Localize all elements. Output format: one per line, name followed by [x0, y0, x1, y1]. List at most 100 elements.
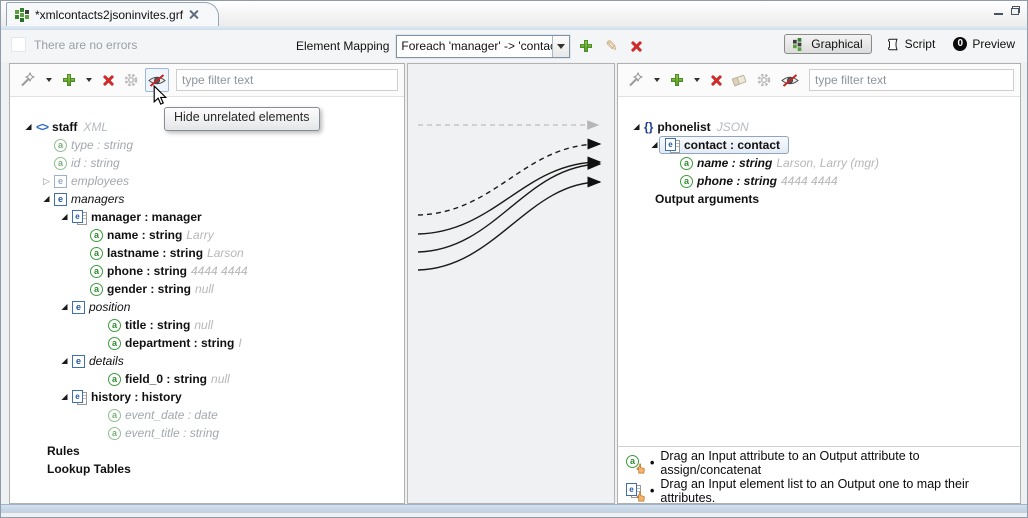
remove-node-button[interactable] [708, 68, 725, 92]
element-icon [72, 301, 85, 314]
auto-map-menu-arrow[interactable] [41, 68, 57, 92]
tab-title: *xmlcontacts2jsoninvites.grf [35, 8, 183, 22]
tree-item-department[interactable]: department : stringI [10, 334, 404, 352]
tab-bar: *xmlcontacts2jsoninvites.grf [1, 1, 1027, 27]
tree-item-phone[interactable]: phone : string4444 4444 [10, 262, 404, 280]
tree-item-employees[interactable]: employees [10, 172, 404, 190]
attribute-icon [90, 265, 103, 278]
script-icon [886, 37, 900, 52]
element-list-drag-icon [626, 483, 644, 500]
wand-icon [627, 72, 643, 88]
attribute-icon [108, 319, 121, 332]
add-node-menu-arrow[interactable] [81, 68, 97, 92]
delete-icon [711, 75, 722, 86]
attribute-icon [54, 157, 67, 170]
expander-icon[interactable] [58, 393, 71, 401]
tree-item-position[interactable]: position [10, 298, 404, 316]
graphical-view-button[interactable]: Graphical [784, 34, 871, 54]
settings-button[interactable] [753, 68, 775, 92]
plus-icon [580, 40, 592, 52]
hide-unrelated-button[interactable] [778, 68, 802, 92]
output-panel-toolbar [618, 64, 1020, 97]
tree-item-rules[interactable]: Rules [10, 442, 404, 460]
delete-mapping-button[interactable] [628, 34, 645, 58]
mapping-canvas[interactable] [407, 63, 615, 504]
input-filter-field[interactable] [176, 69, 398, 91]
add-mapping-button[interactable] [577, 34, 595, 58]
output-filter-field[interactable] [809, 69, 1014, 91]
tree-item-details[interactable]: details [10, 352, 404, 370]
expander-icon[interactable] [58, 303, 71, 311]
status-text: There are no errors [34, 38, 137, 52]
tree-item-gender[interactable]: gender : stringnull [10, 280, 404, 298]
tree-item-output-arguments[interactable]: Output arguments [618, 190, 1020, 208]
dropdown-arrow-icon[interactable] [552, 36, 569, 57]
settings-button[interactable] [120, 68, 142, 92]
input-panel-toolbar [10, 64, 404, 97]
tree-item-name[interactable]: name : stringLarry [10, 226, 404, 244]
view-controls [994, 5, 1020, 15]
editor-toolbar: There are no errors Element Mapping Fore… [1, 30, 1027, 62]
tree-item-id[interactable]: id : string [10, 154, 404, 172]
attribute-icon [108, 337, 121, 350]
mapping-editor-window: *xmlcontacts2jsoninvites.grf There are n… [0, 0, 1028, 518]
eraser-icon [731, 72, 747, 88]
tree-item-event-title[interactable]: event_title : string [10, 424, 404, 442]
mapping-arrow-manager-contact[interactable] [418, 144, 600, 215]
tree-item-out-name[interactable]: name : stringLarson, Larry (mgr) [618, 154, 1020, 172]
tab-close-icon[interactable] [189, 10, 198, 19]
mapping-arrow-phone-phone[interactable] [418, 182, 600, 270]
expander-icon[interactable] [40, 195, 53, 203]
expander-icon[interactable] [22, 123, 35, 131]
mapping-arrows [408, 64, 614, 503]
tree-item-event-date[interactable]: event_date : date [10, 406, 404, 424]
edit-mapping-button[interactable]: ✎ [602, 34, 621, 58]
expander-icon[interactable] [40, 177, 53, 186]
output-panel: phonelistJSON contact : contact name : s… [617, 63, 1021, 504]
attribute-icon [680, 157, 693, 170]
mapping-arrow-name-name[interactable] [418, 162, 600, 234]
add-node-menu-arrow[interactable] [689, 68, 705, 92]
plus-icon [63, 74, 75, 86]
tree-item-out-phone[interactable]: phone : string4444 4444 [618, 172, 1020, 190]
remove-node-button[interactable] [100, 68, 117, 92]
attribute-icon [108, 427, 121, 440]
tree-item-history[interactable]: history : history [10, 388, 404, 406]
tree-item-type[interactable]: type : string [10, 136, 404, 154]
attribute-icon [90, 229, 103, 242]
tree-item-manager[interactable]: manager : manager [10, 208, 404, 226]
add-node-button[interactable] [60, 68, 78, 92]
xml-root-icon [36, 120, 48, 134]
tree-item-managers[interactable]: managers [10, 190, 404, 208]
plus-icon [671, 74, 683, 86]
mapping-dropdown[interactable]: Foreach 'manager' -> 'contac [396, 35, 570, 58]
clover-graph-icon [15, 8, 29, 22]
mapping-arrow-lastname-name[interactable] [418, 164, 600, 252]
tree-item-lastname[interactable]: lastname : stringLarson [10, 244, 404, 262]
expander-icon[interactable] [58, 357, 71, 365]
script-view-button[interactable]: Script [882, 35, 940, 54]
gear-icon [123, 72, 139, 88]
add-node-button[interactable] [668, 68, 686, 92]
expander-icon[interactable] [58, 213, 71, 221]
auto-map-button[interactable] [624, 68, 646, 92]
editor-tab[interactable]: *xmlcontacts2jsoninvites.grf [6, 2, 219, 26]
tree-item-contact[interactable]: contact : contact [618, 136, 1020, 154]
restore-icon[interactable] [1011, 6, 1020, 15]
delete-icon [103, 75, 114, 86]
output-tree: phonelistJSON contact : contact name : s… [618, 98, 1020, 445]
tree-item-title[interactable]: title : stringnull [10, 316, 404, 334]
json-root-icon [644, 120, 653, 134]
preview-view-button[interactable]: 0 Preview [949, 35, 1019, 53]
tree-item-field-0[interactable]: field_0 : stringnull [10, 370, 404, 388]
graphical-view-icon [793, 38, 806, 51]
selected-node[interactable]: contact : contact [659, 136, 789, 154]
tree-item-lookup-tables[interactable]: Lookup Tables [10, 460, 404, 478]
expander-icon[interactable] [630, 123, 643, 131]
auto-map-button[interactable] [16, 68, 38, 92]
tree-item-phonelist[interactable]: phonelistJSON [618, 118, 1020, 136]
clear-mapping-button[interactable] [728, 68, 750, 92]
auto-map-menu-arrow[interactable] [649, 68, 665, 92]
attribute-icon [680, 175, 693, 188]
minimize-icon[interactable] [994, 5, 1003, 15]
